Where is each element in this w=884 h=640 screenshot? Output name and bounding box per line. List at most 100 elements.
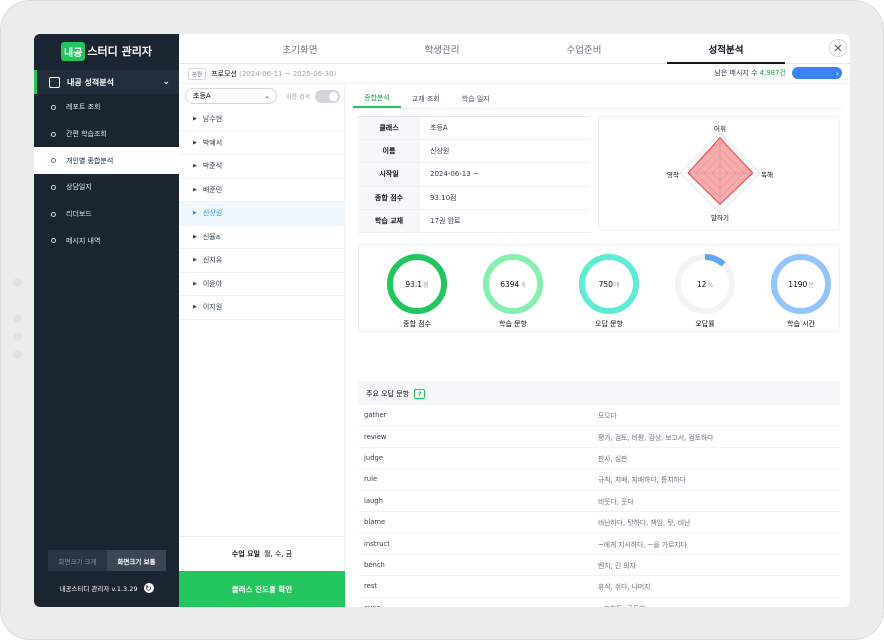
info-value: 17권 완료	[430, 216, 461, 225]
stat-value: 1190	[788, 280, 807, 289]
class-select[interactable]: 초등A ⌄	[185, 88, 277, 104]
question-icon[interactable]: ?	[414, 389, 426, 399]
info-key: 시작일	[358, 163, 420, 186]
student-item[interactable]: ▶ 이윤아	[179, 273, 345, 296]
tab-students[interactable]: 학생관리	[371, 34, 513, 63]
info-key: 학습 교재	[358, 209, 420, 232]
student-item[interactable]: ▶ 남수현	[179, 108, 345, 132]
wrong-answer-header: 주요 오답 문항 ?	[358, 383, 840, 405]
student-name: 배준민	[202, 185, 223, 194]
table-row: gather 모으다	[358, 405, 840, 427]
student-item[interactable]: ▶ 배준민	[179, 179, 345, 202]
sidebar-item-report[interactable]: 레포트 조회	[34, 94, 179, 121]
chevron-right-icon: ›	[835, 68, 839, 78]
stat-label: 종합 점수	[403, 320, 431, 328]
student-item-selected[interactable]: ▶ 신상원	[179, 202, 345, 226]
stat-unit: %	[707, 282, 713, 289]
table-row: bench 벤치, 긴 의자	[358, 555, 840, 577]
zoom-toggle: 화면크기 크게 화면크기 보통	[48, 550, 166, 571]
caret-right-icon: ▶	[193, 116, 197, 123]
wrong-word: laugh	[364, 496, 383, 505]
radar-label-speaking: 말하기	[711, 213, 729, 222]
student-name: 이윤아	[202, 279, 223, 288]
sidebar: 내공 스터디 관리자 내공 성적분석 ⌄ 레포트 조회 간편 학습조회 개인별 …	[34, 34, 179, 607]
refresh-icon[interactable]: ↻	[143, 583, 154, 593]
stat-ring: 93.1점	[387, 254, 447, 314]
zoom-large-button[interactable]: 화면크기 크게	[48, 550, 107, 571]
tab-class-prep[interactable]: 수업준비	[513, 34, 655, 63]
wrong-word: rule	[364, 475, 378, 484]
caret-right-icon: ▶	[193, 139, 197, 146]
radar-svg: 어휘 독해 말하기 영작	[667, 124, 773, 222]
student-item[interactable]: ▶ 신지유	[179, 249, 345, 273]
tablet-button	[13, 332, 22, 341]
stat-unit: 개	[614, 281, 620, 289]
app-screen: 내공 스터디 관리자 내공 성적분석 ⌄ 레포트 조회 간편 학습조회 개인별 …	[34, 34, 850, 607]
stat-ring: 12%	[675, 254, 735, 314]
caret-right-icon: ▶	[193, 186, 197, 193]
stat-unit: 개	[520, 281, 526, 289]
stat-label: 오답 문항	[595, 320, 623, 328]
stat-item: 6394개학습 문항	[465, 251, 561, 329]
stat-unit: 분	[808, 282, 814, 289]
wrong-meaning: 평가, 검토, 비평, 감상, 보고서, 검토하다	[598, 433, 714, 442]
wrong-meaning: ~조차도, 균등한	[598, 598, 646, 607]
student-name: 박예서	[202, 138, 223, 147]
info-key: 클래스	[358, 117, 420, 140]
info-key: 종합 점수	[358, 186, 420, 209]
bullet-icon	[51, 158, 56, 164]
student-name: 신율a	[202, 232, 221, 241]
sidebar-item-quick-study[interactable]: 간편 학습조회	[34, 121, 179, 148]
stat-ring: 1190분	[771, 254, 831, 314]
wrong-word: rest	[364, 582, 378, 591]
radar-label-vocab: 어휘	[714, 124, 726, 133]
stat-value: 6394	[500, 280, 519, 289]
wrong-meaning: 판사, 심판	[598, 454, 628, 463]
tab-overall-analysis[interactable]: 종합분석	[353, 90, 401, 108]
info-row: 학습 교재 17권 완료	[358, 209, 590, 233]
info-value: 2024-06-13 ~	[430, 170, 479, 179]
student-item[interactable]: ▶ 박예서	[179, 132, 345, 155]
sidebar-item-messages[interactable]: 메시지 내역	[34, 227, 179, 254]
wrong-word: even	[358, 598, 598, 607]
app-logo[interactable]: 내공 스터디 관리자	[34, 36, 179, 66]
sub-header: 분원 프로모션 (2024-06-11 ~ 2025-06-30) 남은 메시지…	[179, 64, 850, 84]
sidebar-item-leaderboard[interactable]: 리더보드	[34, 201, 179, 228]
stat-ring: 6394개	[483, 254, 543, 314]
class-days-label: 수업 요일	[231, 550, 260, 558]
sidebar-item-individual-analysis[interactable]: 개인별 종합분석	[34, 147, 179, 175]
stat-item: 12% 오답률	[657, 251, 753, 329]
sidebar-section-grade-analysis[interactable]: 내공 성적분석 ⌄	[34, 70, 179, 94]
stat-value: 93.1	[405, 280, 422, 289]
info-key: 이름	[358, 140, 420, 163]
tab-textbook[interactable]: 교재 조회	[401, 90, 451, 108]
stat-label: 학습 문항	[499, 320, 527, 328]
tab-study-log[interactable]: 학습 일지	[451, 90, 501, 108]
student-name: 박준석	[202, 162, 223, 171]
version-info: 내공스터디 관리자 v.1.3.29 ↻	[34, 583, 179, 593]
ring-value-text: 1190분	[788, 280, 814, 289]
student-item[interactable]: ▶ 박준석	[179, 155, 345, 179]
student-panel: 초등A ⌄ 이름 검색 ▶ 남수현 ▶ 박예서 ▶ 박준석 ▶ 배준민 ▶ 신상원 ▶ 신율…	[179, 84, 345, 607]
wrong-meaning: 비웃다, 웃다	[598, 497, 634, 506]
student-item[interactable]: ▶ 이지원	[179, 296, 345, 320]
report-icon	[49, 76, 60, 88]
top-nav: 초기화면 학생관리 수업준비 성적분석 ✕	[179, 34, 850, 64]
tab-home[interactable]: 초기화면	[229, 34, 371, 63]
table-row: instruct ~에게 지시하다, ~을 가르치다	[358, 533, 840, 555]
close-icon[interactable]: ✕	[829, 39, 847, 57]
table-row: review 평가, 검토, 비평, 감상, 보고서, 검토하다	[358, 426, 840, 448]
wrong-answer-table: 주요 오답 문항 ? gather 모으다 review 평가, 검토, 비평, 감상…	[358, 382, 840, 607]
tab-grade-analysis[interactable]: 성적분석	[655, 34, 797, 64]
class-progress-button[interactable]: 클래스 진도율 확인	[179, 571, 345, 607]
sidebar-item-counsel-log[interactable]: 상담일지	[34, 174, 179, 201]
branch-tag: 분원	[188, 67, 207, 80]
name-search-toggle[interactable]	[315, 90, 340, 103]
zoom-normal-button[interactable]: 화면크기 보통	[107, 550, 166, 571]
info-row: 이름 신상원	[358, 140, 590, 164]
ring-value-text: 93.1점	[405, 280, 428, 289]
wrong-meaning: ~에게 지시하다, ~을 가르치다	[598, 540, 687, 549]
student-item[interactable]: ▶ 신율a	[179, 226, 345, 249]
message-arrow-button[interactable]: ›	[792, 67, 842, 79]
student-list: ▶ 남수현 ▶ 박예서 ▶ 박준석 ▶ 배준민 ▶ 신상원 ▶ 신율a ▶ 신지유 ▶ 이윤아 …	[179, 108, 345, 320]
